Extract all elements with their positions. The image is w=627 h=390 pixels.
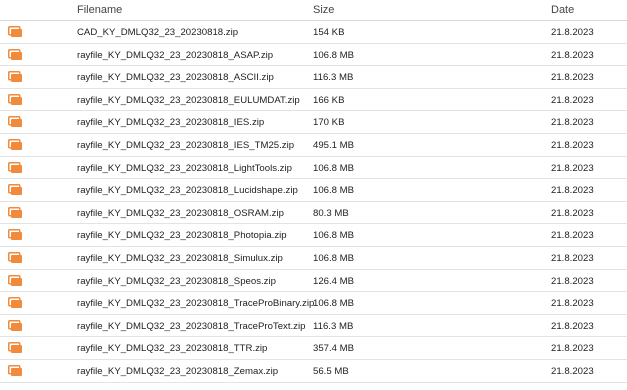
file-name-link[interactable]: rayfile_KY_DMLQ32_23_20230818_IES.zip [77,117,264,128]
file-size: 106.8 MB [313,185,355,197]
file-name-link[interactable]: rayfile_KY_DMLQ32_23_20230818_TraceProBi… [77,298,314,309]
file-row[interactable]: CAD_KY_DMLQ32_23_20230818.zip 154 KB 21.8.… [0,21,627,44]
column-header-filename[interactable]: Filename [77,4,122,16]
file-list: Filename Size Date CAD_KY_DMLQ32_23_2023… [0,0,627,390]
file-name-link[interactable]: rayfile_KY_DMLQ32_23_20230818_ASAP.zip [77,50,273,61]
file-row[interactable]: rayfile_KY_DMLQ32_23_20230818_Speos.zip 1… [0,270,627,293]
archive-file-icon[interactable] [8,364,22,376]
file-row[interactable]: rayfile_KY_DMLQ32_23_20230818_IES.zip 170… [0,111,627,134]
archive-file-icon[interactable] [8,229,22,241]
file-date: 21.8.2023 [551,275,594,287]
file-name-link[interactable]: rayfile_KY_DMLQ32_23_20230818_OSRAM.zip [77,208,284,219]
file-date: 21.8.2023 [551,298,594,310]
archive-file-icon[interactable] [8,319,22,331]
archive-file-icon[interactable] [8,342,22,354]
file-date: 21.8.2023 [551,185,594,197]
file-list-header: Filename Size Date [0,0,627,21]
file-size: 154 KB [313,27,345,38]
file-row[interactable]: rayfile_KY_DMLQ32_23_20230818_Zemax.zip 5… [0,360,627,383]
file-size: 106.8 MB [313,252,355,264]
column-header-date[interactable]: Date [551,4,574,16]
file-row[interactable]: rayfile_KY_DMLQ32_23_20230818_ASCII.zip 1… [0,66,627,89]
file-rows: CAD_KY_DMLQ32_23_20230818.zip 154 KB 21.8.… [0,21,627,383]
file-size: 80.3 MB [313,207,349,219]
archive-file-icon[interactable] [8,71,22,83]
file-size: 116.3 MB [313,320,354,332]
file-name-link[interactable]: rayfile_KY_DMLQ32_23_20230818_Lucidshape… [77,185,298,196]
file-size: 106.8 MB [313,230,355,242]
file-date: 21.8.2023 [551,365,594,377]
file-row[interactable]: rayfile_KY_DMLQ32_23_20230818_Lucidshape… [0,179,627,202]
file-row[interactable]: rayfile_KY_DMLQ32_23_20230818_OSRAM.zip 8… [0,202,627,225]
file-row[interactable]: rayfile_KY_DMLQ32_23_20230818_IES_TM25.z… [0,134,627,157]
file-name-link[interactable]: rayfile_KY_DMLQ32_23_20230818_Zemax.zip [77,366,278,377]
file-name-link[interactable]: rayfile_KY_DMLQ32_23_20230818_EULUMDAT.z… [77,95,300,106]
file-row[interactable]: rayfile_KY_DMLQ32_23_20230818_LightTools… [0,157,627,180]
file-date: 21.8.2023 [551,252,594,264]
file-name-link[interactable]: rayfile_KY_DMLQ32_23_20230818_TraceProTe… [77,321,305,332]
file-date: 21.8.2023 [551,117,594,129]
file-size: 495.1 MB [313,139,355,151]
archive-file-icon[interactable] [8,93,22,105]
file-row[interactable]: rayfile_KY_DMLQ32_23_20230818_ASAP.zip 10… [0,44,627,67]
file-size: 116.3 MB [313,72,354,84]
file-date: 21.8.2023 [551,72,594,84]
file-row[interactable]: rayfile_KY_DMLQ32_23_20230818_Simulux.zi… [0,247,627,270]
file-date: 21.8.2023 [551,139,594,151]
archive-file-icon[interactable] [8,48,22,60]
file-date: 21.8.2023 [551,343,594,355]
file-size: 126.4 MB [313,275,355,287]
archive-file-icon[interactable] [8,274,22,286]
file-row[interactable]: rayfile_KY_DMLQ32_23_20230818_TraceProTe… [0,315,627,338]
file-date: 21.8.2023 [551,207,594,219]
file-row[interactable]: rayfile_KY_DMLQ32_23_20230818_TTR.zip 357… [0,337,627,360]
column-header-size[interactable]: Size [313,4,334,16]
archive-file-icon[interactable] [8,251,22,263]
file-date: 21.8.2023 [551,230,594,242]
file-date: 21.8.2023 [551,320,594,332]
archive-file-icon[interactable] [8,184,22,196]
file-size: 357.4 MB [313,343,355,355]
archive-file-icon[interactable] [8,161,22,173]
file-size: 106.8 MB [313,49,355,61]
file-name-link[interactable]: rayfile_KY_DMLQ32_23_20230818_Speos.zip [77,276,276,287]
file-name-link[interactable]: rayfile_KY_DMLQ32_23_20230818_TTR.zip [77,343,267,354]
file-size: 170 KB [313,117,345,129]
file-name-link[interactable]: rayfile_KY_DMLQ32_23_20230818_Simulux.zi… [77,253,283,264]
file-date: 21.8.2023 [551,162,594,174]
archive-file-icon[interactable] [8,116,22,128]
file-name-link[interactable]: rayfile_KY_DMLQ32_23_20230818_ASCII.zip [77,72,274,83]
archive-file-icon[interactable] [8,26,22,37]
archive-file-icon[interactable] [8,297,22,309]
file-size: 106.8 MB [313,298,355,310]
file-date: 21.8.2023 [551,94,594,106]
file-size: 106.8 MB [313,162,355,174]
file-name-link[interactable]: rayfile_KY_DMLQ32_23_20230818_LightTools… [77,163,292,174]
archive-file-icon[interactable] [8,138,22,150]
archive-file-icon[interactable] [8,206,22,218]
file-name-link[interactable]: CAD_KY_DMLQ32_23_20230818.zip [77,27,238,38]
file-size: 166 KB [313,94,345,106]
file-name-link[interactable]: rayfile_KY_DMLQ32_23_20230818_IES_TM25.z… [77,140,294,151]
file-row[interactable]: rayfile_KY_DMLQ32_23_20230818_TraceProBi… [0,292,627,315]
file-date: 21.8.2023 [551,49,594,61]
file-row[interactable]: rayfile_KY_DMLQ32_23_20230818_EULUMDAT.z… [0,89,627,112]
file-row[interactable]: rayfile_KY_DMLQ32_23_20230818_Photopia.z… [0,224,627,247]
file-size: 56.5 MB [313,365,349,377]
file-date: 21.8.2023 [551,27,594,38]
file-name-link[interactable]: rayfile_KY_DMLQ32_23_20230818_Photopia.z… [77,230,287,241]
